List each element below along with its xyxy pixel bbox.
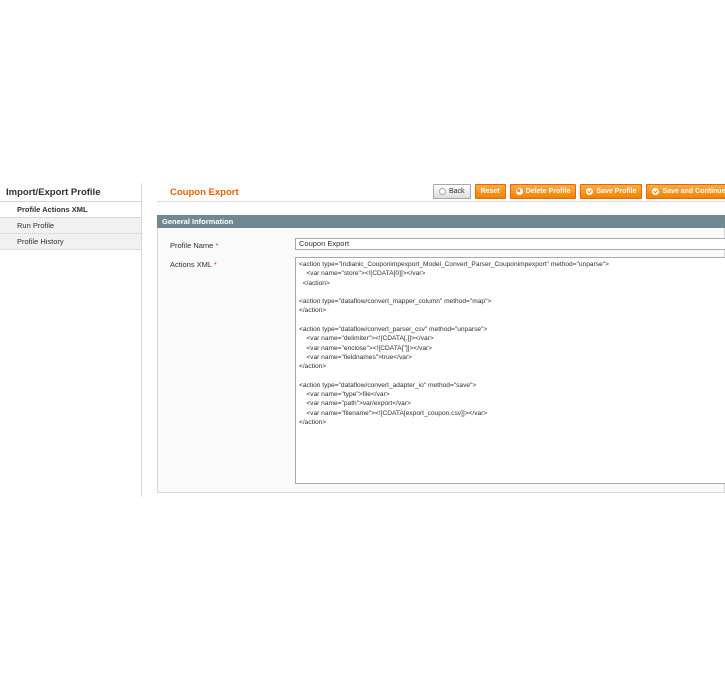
sidebar-item-profile-history[interactable]: Profile History [0,234,141,250]
save-continue-button-label: Save and Continue [662,188,725,195]
save-and-continue-button[interactable]: Save and Continue [646,184,725,199]
sidebar: Import/Export Profile Profile Actions XM… [0,183,141,250]
reset-button[interactable]: Reset [474,184,506,199]
sidebar-item-profile-actions-xml[interactable]: Profile Actions XML [0,202,141,218]
section-header: General Information [157,215,725,228]
profile-name-input[interactable]: Coupon Export [295,238,725,250]
required-mark: * [215,241,219,250]
actions-xml-label-text: Actions XML [170,260,212,269]
checkmark-icon [652,188,660,195]
sidebar-item-run-profile[interactable]: Run Profile [0,218,141,234]
back-arrow-icon [439,188,446,195]
back-button-label: Back [449,188,465,195]
profile-name-label-text: Profile Name [170,241,214,250]
delete-icon [515,185,523,195]
actions-xml-content: <action type="Indianic_Couponimpexport_M… [299,261,609,427]
sidebar-divider [141,183,142,497]
delete-profile-button[interactable]: Delete Profile [509,184,577,199]
required-mark: * [213,260,217,269]
save-button-label: Save Profile [596,188,637,195]
back-button[interactable]: Back [433,184,471,199]
sidebar-title: Import/Export Profile [0,183,141,202]
page-title: Coupon Export [170,187,239,198]
save-profile-button[interactable]: Save Profile [580,184,643,199]
header-divider [157,201,725,202]
actions-xml-label: Actions XML * [170,260,217,269]
checkmark-icon [586,188,594,195]
profile-name-label: Profile Name * [170,241,218,250]
delete-button-label: Delete Profile [525,188,571,195]
toolbar: Back Reset Delete Profile Save Profile S… [433,184,725,199]
reset-button-label: Reset [480,188,500,195]
